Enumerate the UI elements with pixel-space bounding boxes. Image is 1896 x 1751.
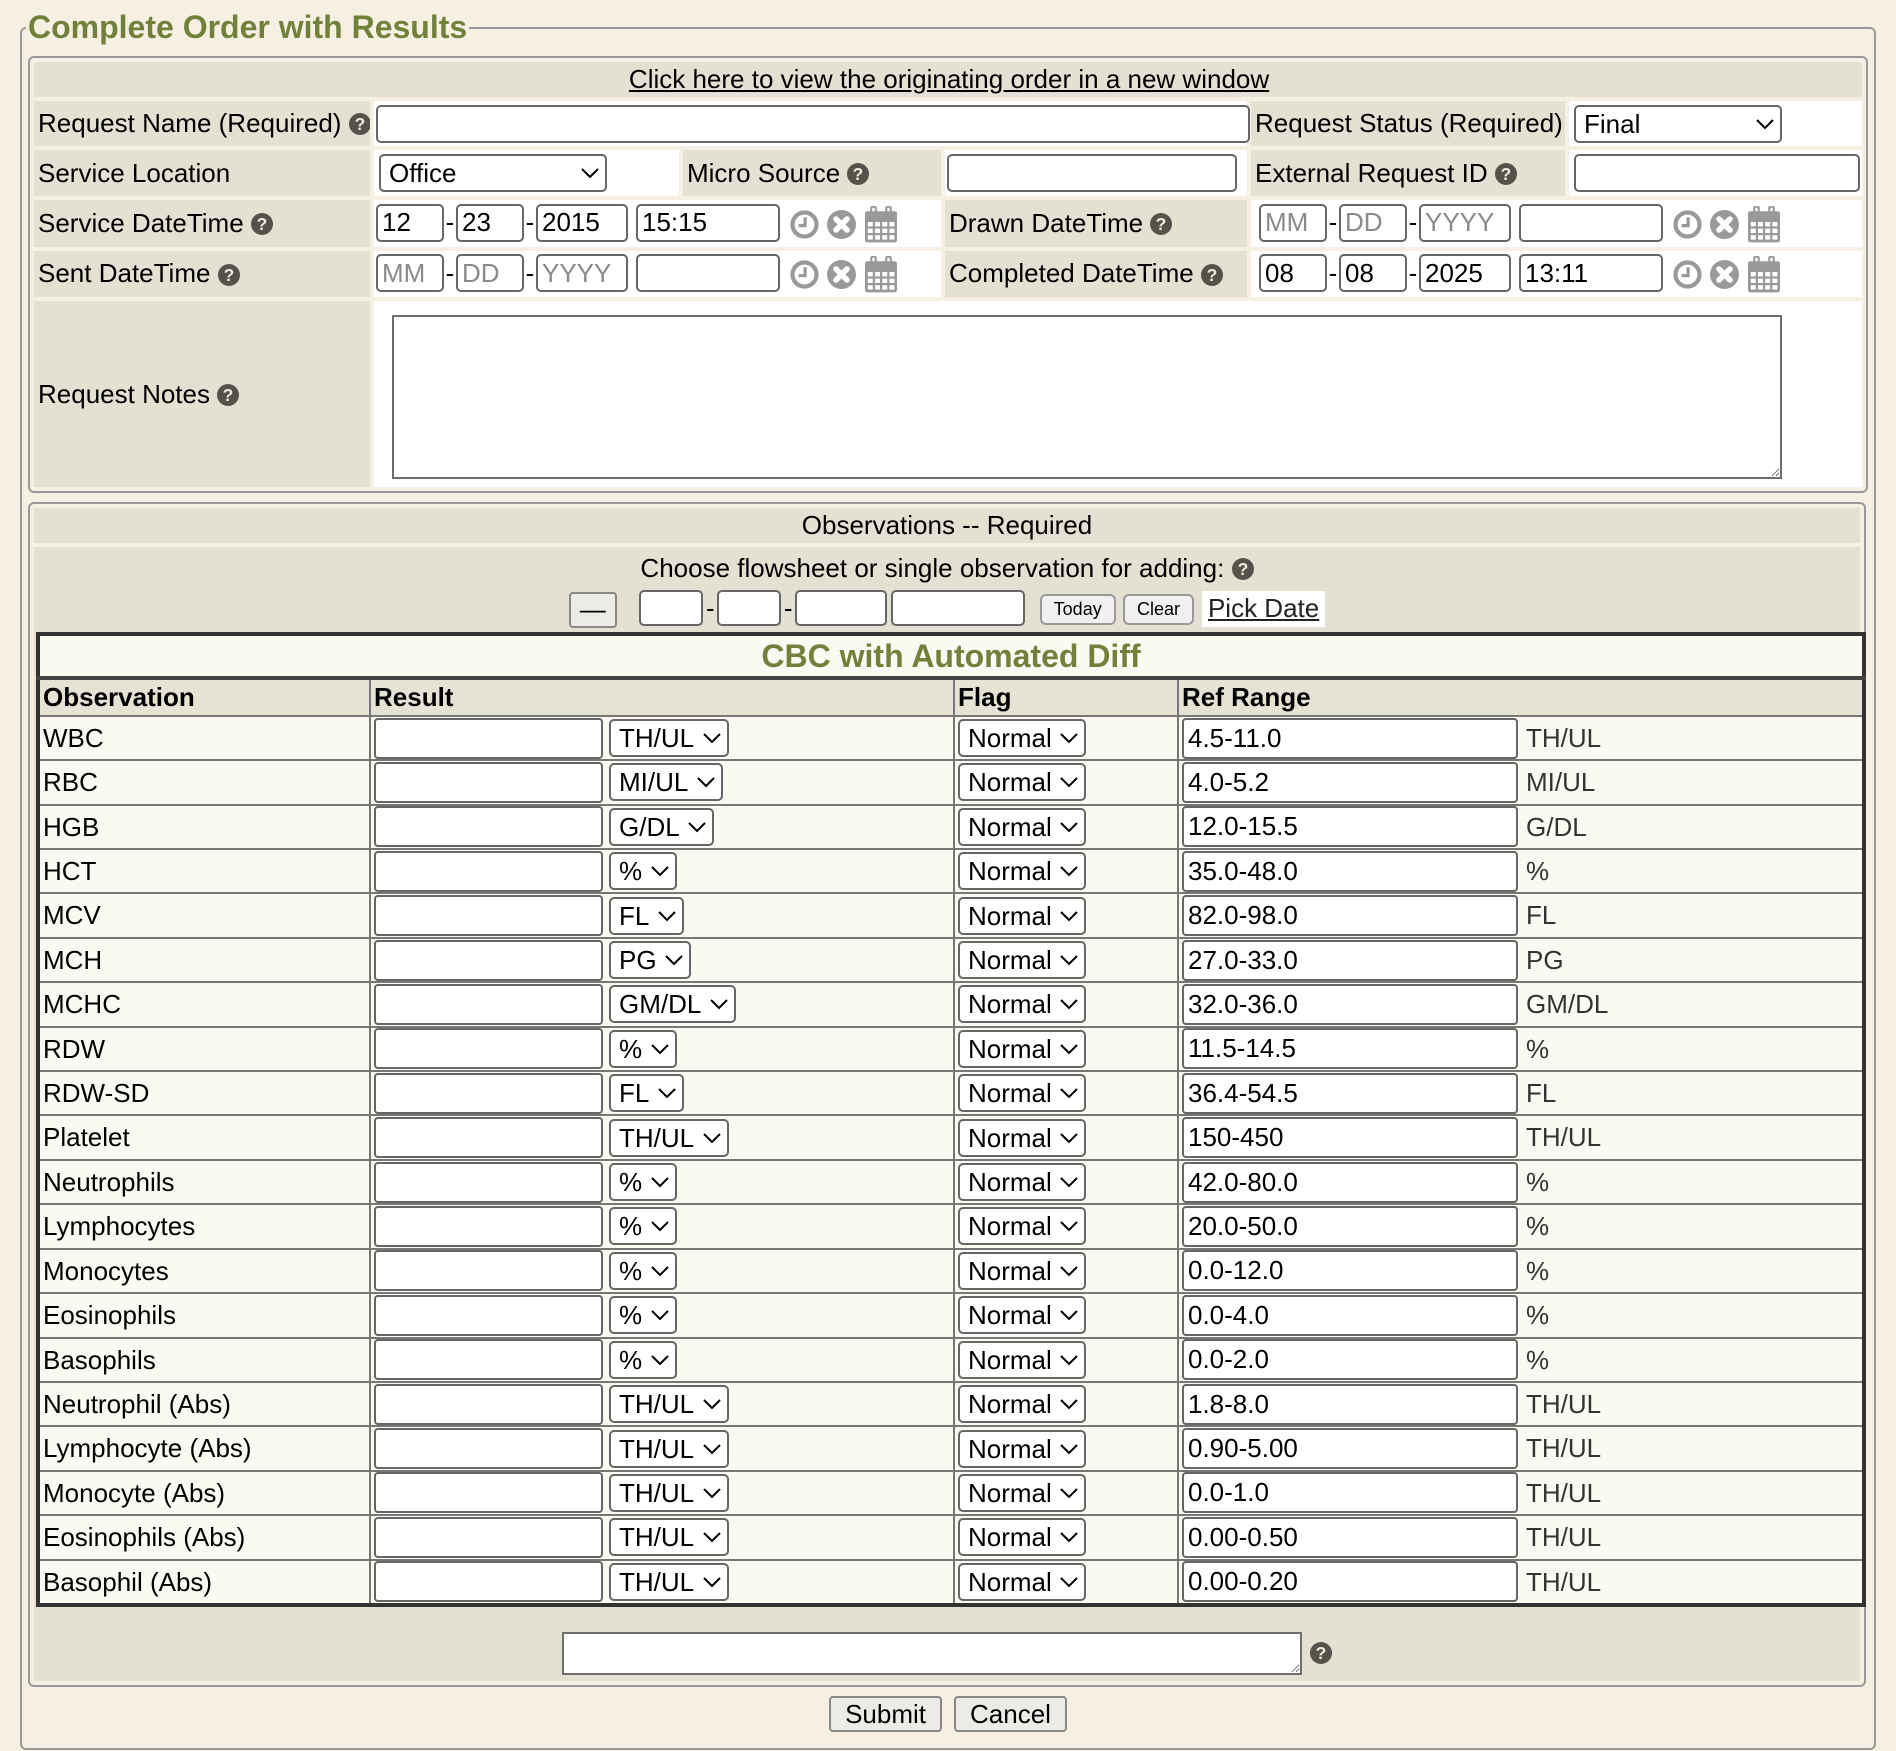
svg-text:?: ? [1315, 1643, 1326, 1663]
svg-text:?: ? [853, 163, 864, 183]
svg-text:?: ? [257, 214, 268, 234]
svg-text:?: ? [1207, 264, 1218, 284]
svg-text:?: ? [223, 264, 234, 284]
svg-text:?: ? [1156, 214, 1167, 234]
svg-text:?: ? [1501, 163, 1512, 183]
svg-text:?: ? [354, 114, 365, 134]
svg-text:?: ? [223, 385, 234, 405]
svg-text:?: ? [1237, 559, 1248, 579]
